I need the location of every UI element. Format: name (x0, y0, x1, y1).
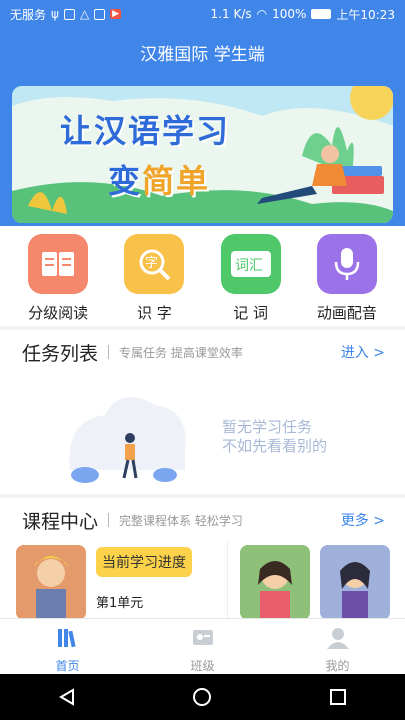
class-icon (192, 630, 213, 645)
feature-vocabulary[interactable]: 词汇 记 词 (209, 234, 293, 326)
enter-tasks-link[interactable]: 进入 > (341, 342, 385, 362)
current-course-card[interactable]: 当前学习进度 第1单元 (0, 542, 228, 622)
usb-icon: ψ (51, 7, 59, 21)
divider (108, 513, 110, 527)
empty-illustration (69, 397, 186, 483)
tab-label: 我的 (325, 659, 350, 673)
clock: 上午10:23 (336, 7, 395, 22)
books-icon (57, 629, 76, 648)
section-subtitle: 完整课程体系 轻松学习 (119, 513, 243, 528)
section-title: 任务列表 (22, 342, 99, 365)
system-navigation-bar (0, 674, 405, 720)
tab-profile[interactable]: 我的 (270, 619, 405, 674)
feature-label: 分级阅读 (28, 304, 89, 322)
video-icon: ▶ (110, 9, 122, 19)
battery-icon (311, 9, 332, 19)
course-cover-image (16, 545, 86, 620)
promo-banner[interactable]: 让汉语学习 变简单 (12, 86, 393, 223)
feature-label: 记 词 (233, 304, 269, 322)
tab-home[interactable]: 首页 (0, 619, 135, 674)
empty-message: 暂无学习任务 不如先看看别的 (222, 418, 328, 455)
empty-state: 暂无学习任务 不如先看看别的 (0, 374, 405, 494)
bottom-tab-bar: 首页 班级 我的 (0, 618, 405, 674)
course-section-header: 课程中心 完整课程体系 轻松学习 更多 > (0, 498, 405, 542)
battery-percent: 100% (272, 7, 307, 21)
app-notification-icon (94, 8, 106, 20)
feature-label: 动画配音 (316, 304, 377, 322)
wifi-icon: ◠ (256, 7, 268, 21)
feature-graded-reading[interactable]: 分级阅读 (16, 234, 100, 326)
divider (108, 345, 110, 359)
feature-characters[interactable]: 字 识 字 (112, 234, 196, 326)
course-thumbnail[interactable] (240, 545, 310, 620)
svg-text:词汇: 词汇 (235, 258, 263, 274)
network-speed: 1.1 K/s (210, 7, 252, 21)
section-subtitle: 专属任务 提高课堂效率 (119, 345, 243, 360)
course-thumbnails (228, 542, 405, 622)
recents-icon[interactable] (328, 687, 348, 707)
book-icon (28, 234, 89, 294)
tab-label: 班级 (190, 659, 215, 673)
back-icon[interactable] (57, 687, 77, 707)
task-section-header: 任务列表 专属任务 提高课堂效率 进入 > (0, 330, 405, 374)
course-thumbnail[interactable] (320, 545, 390, 620)
warning-icon: △ (79, 7, 90, 21)
course-unit: 第1单元 (96, 596, 144, 611)
course-list: 当前学习进度 第1单元 (0, 542, 405, 622)
home-icon[interactable] (191, 686, 213, 708)
progress-badge: 当前学习进度 (96, 547, 192, 577)
svg-text:字: 字 (145, 256, 158, 271)
carrier-text: 无服务 (10, 7, 47, 22)
course-section: 课程中心 完整课程体系 轻松学习 更多 > 当前学习进度 第1单元 (0, 498, 405, 622)
banner-headline-line1: 让汉语学习 (60, 112, 231, 150)
microphone-icon (316, 234, 377, 294)
feature-animation-dubbing[interactable]: 动画配音 (305, 234, 389, 326)
tab-class[interactable]: 班级 (135, 619, 270, 674)
character-magnifier-icon: 字 (124, 234, 185, 294)
app-title: 汉雅国际 学生端 (140, 45, 265, 65)
status-bar: 无服务 ψ △ ▶ 1.1 K/s ◠ 100% 上午10:23 (0, 0, 405, 28)
more-courses-link[interactable]: 更多 > (341, 510, 385, 530)
task-section: 任务列表 专属任务 提高课堂效率 进入 > 暂无学习任务 不如先看看别的 (0, 330, 405, 494)
banner-headline-line2: 变简单 (108, 162, 211, 200)
tab-label: 首页 (55, 659, 80, 673)
vocabulary-icon: 词汇 (220, 234, 281, 294)
feature-label: 识 字 (136, 304, 172, 322)
notification-icon (63, 8, 75, 20)
feature-grid: 分级阅读 字 识 字 词汇 记 词 动画配音 (0, 226, 405, 326)
profile-icon (326, 628, 349, 649)
section-title: 课程中心 (22, 510, 99, 533)
